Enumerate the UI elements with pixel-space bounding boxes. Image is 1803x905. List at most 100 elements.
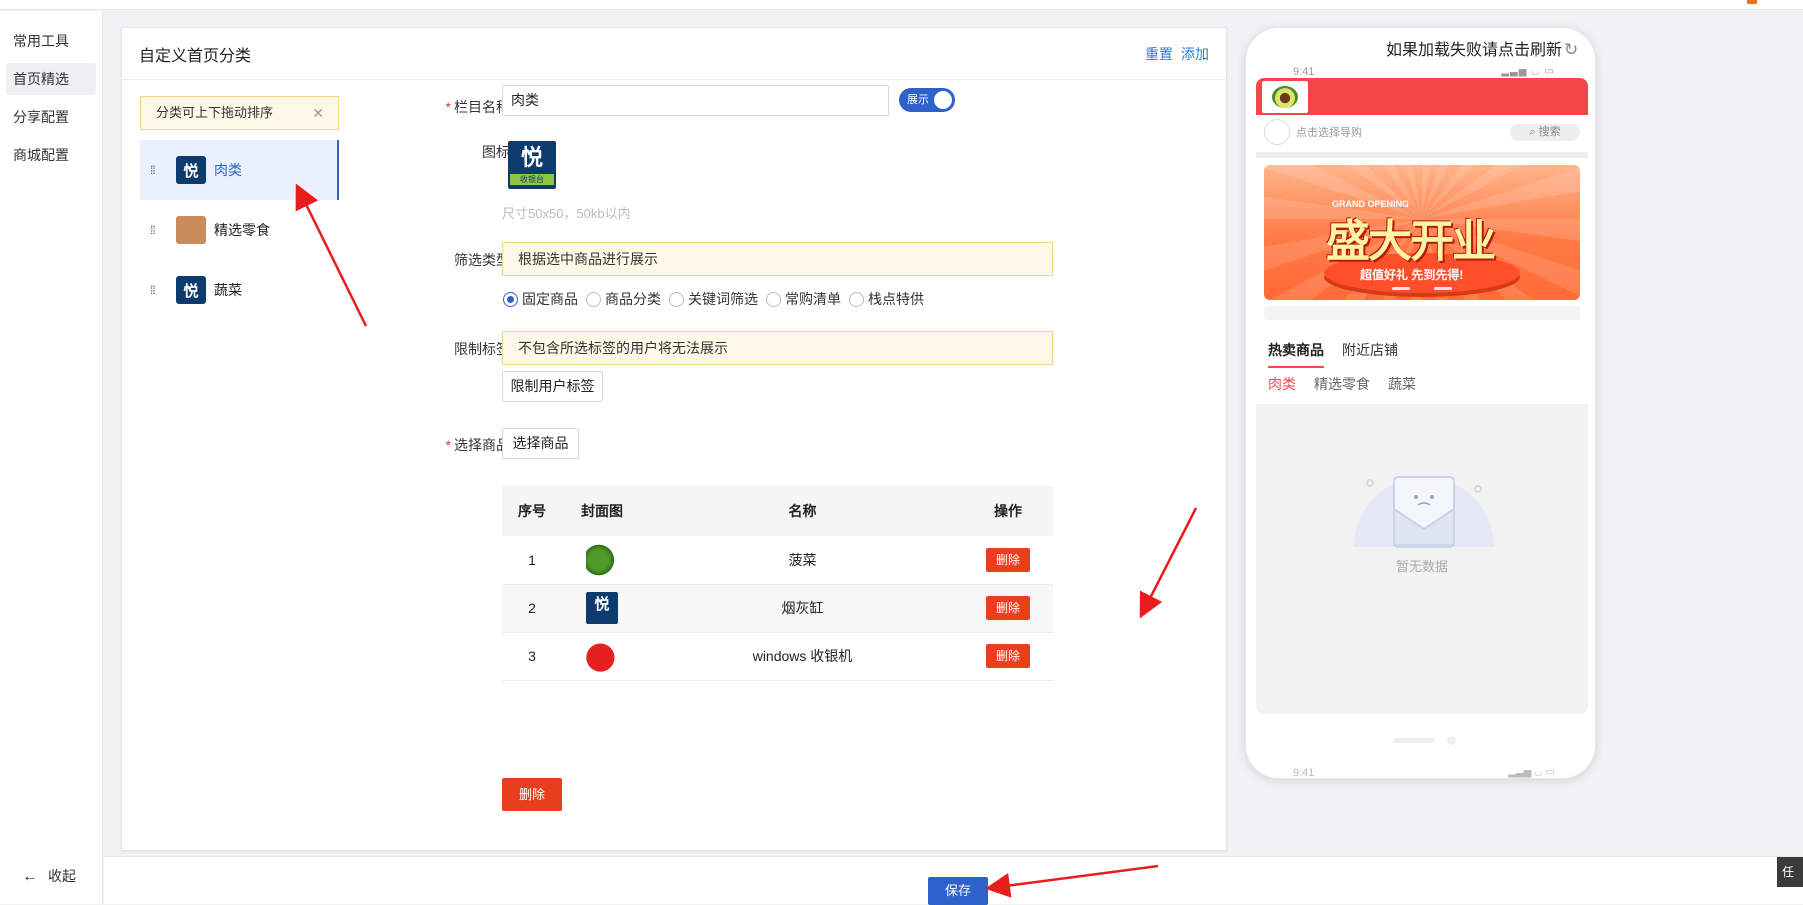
phone-category-tabs: 肉类 精选零食 蔬菜 — [1268, 374, 1434, 394]
category-item-meat[interactable]: ⁞⁞ 悦 肉类 — [140, 140, 339, 200]
panel-header: 自定义首页分类 重置 添加 — [122, 28, 1226, 80]
filter-notice: 根据选中商品进行展示 — [502, 242, 1053, 276]
reset-link[interactable]: 重置 — [1145, 46, 1173, 62]
sidebar-item-mall-config[interactable]: 商城配置 — [6, 139, 96, 171]
sidebar-collapse-button[interactable]: ← 收起 — [22, 866, 76, 886]
tab-nearby-stores[interactable]: 附近店铺 — [1342, 340, 1398, 368]
bulk-delete-button[interactable]: 删除 — [502, 778, 562, 811]
row-index: 3 — [502, 632, 562, 681]
row-name: windows 收银机 — [642, 632, 963, 681]
table-row: 3 windows 收银机 删除 — [502, 632, 1053, 681]
name-label: * 栏目名称 — [445, 99, 510, 115]
delete-button[interactable]: 删除 — [986, 547, 1030, 572]
apple-image — [586, 640, 618, 672]
tab-meat[interactable]: 肉类 — [1268, 374, 1296, 394]
banner-title: 盛大开业 — [1326, 217, 1496, 266]
category-label: 精选零食 — [214, 222, 270, 238]
table-row: 1 菠菜 删除 — [502, 536, 1053, 585]
category-list: ⁞⁞ 悦 肉类 ⁞⁞ 精选零食 ⁞⁞ 悦 蔬菜 — [140, 140, 339, 320]
yue-logo-icon: 悦 — [176, 156, 206, 184]
radio-frequent-list[interactable]: 常购清单 — [766, 289, 841, 309]
delete-button[interactable]: 删除 — [986, 644, 1030, 668]
limit-user-tag-button[interactable]: 限制用户标签 — [502, 371, 603, 402]
drag-handle-icon[interactable]: ⁞⁞ — [150, 224, 164, 236]
tab-snacks[interactable]: 精选零食 — [1314, 374, 1370, 394]
search-button[interactable]: ⌕ 搜索 — [1510, 124, 1580, 141]
spinach-image — [586, 543, 618, 576]
guide-search-row: 点击选择导购 ⌕ 搜索 — [1256, 115, 1588, 149]
icon-glyph: 悦 — [520, 144, 543, 170]
icon-subtext: 收银台 — [510, 173, 554, 185]
category-item-vegetables[interactable]: ⁞⁞ 悦 蔬菜 — [140, 260, 339, 320]
table-header-row: 序号 封面图 名称 操作 — [502, 486, 1053, 536]
icon-size-hint: 尺寸50x50，50kb以内 — [502, 206, 631, 221]
row-name: 烟灰缸 — [642, 584, 963, 633]
row-name: 菠菜 — [642, 536, 963, 585]
col-name: 名称 — [642, 486, 963, 536]
goods-table: 序号 封面图 名称 操作 1 菠菜 删除 2 悦 烟灰缸 删除 3 window… — [502, 486, 1053, 681]
drag-handle-icon[interactable]: ⁞⁞ — [150, 164, 164, 176]
banner-subtitle: 超值好礼 先到先得! — [1360, 268, 1464, 282]
limit-notice: 不包含所选标签的用户将无法展示 — [502, 331, 1053, 365]
radio-keyword-filter[interactable]: 关键词筛选 — [669, 289, 758, 309]
home-dot — [1447, 736, 1456, 745]
empty-text: 暂无数据 — [1395, 559, 1448, 574]
add-link[interactable]: 添加 — [1181, 46, 1209, 62]
yue-logo-image: 悦 — [586, 592, 618, 624]
panel-actions: 重置 添加 — [1137, 44, 1209, 64]
sort-tip: 分类可上下拖动排序 ✕ — [140, 96, 339, 130]
sidebar: 常用工具 首页精选 分享配置 商城配置 ← 收起 — [0, 11, 103, 904]
category-item-snacks[interactable]: ⁞⁞ 精选零食 — [140, 200, 339, 260]
empty-box-icon — [1354, 476, 1494, 548]
category-editor-panel: 自定义首页分类 重置 添加 分类可上下拖动排序 ✕ ⁞⁞ 悦 肉类 ⁞⁞ 精选零食… — [121, 27, 1227, 851]
status-icons-bottom: ▂▃▅ ◡ ▭ — [1508, 767, 1555, 778]
delete-button[interactable]: 删除 — [986, 596, 1030, 620]
save-button[interactable]: 保存 — [928, 877, 988, 905]
phone-preview: 如果加载失败请点击刷新 ↻ 9:41 ▂▃▅ ◡ ▭ 点击选择导购 ⌕ 搜索 GR… — [1245, 27, 1596, 779]
avocado-icon — [1272, 86, 1298, 108]
filter-radio-group: 固定商品 商品分类 关键词筛选 常购清单 栈点特供 — [503, 289, 932, 309]
snack-image-icon — [176, 216, 206, 244]
avatar — [1264, 119, 1290, 145]
reload-tip[interactable]: 如果加载失败请点击刷新 ↻ — [1386, 36, 1578, 60]
close-icon[interactable]: ✕ — [312, 97, 324, 129]
phone-main-tabs: 热卖商品 附近店铺 — [1268, 340, 1416, 368]
status-time-bottom: 9:41 — [1293, 767, 1315, 779]
name-input[interactable]: 肉类 — [502, 85, 889, 116]
banner-placeholder — [1264, 306, 1580, 320]
category-icon-upload[interactable]: 悦 收银台 — [508, 141, 556, 189]
radio-station-special[interactable]: 栈点特供 — [849, 289, 924, 309]
refresh-icon[interactable]: ↻ — [1564, 40, 1578, 59]
limit-label: 限制标签 — [454, 341, 510, 357]
sidebar-item-common-tools[interactable]: 常用工具 — [6, 25, 96, 57]
filter-label: 筛选类型 — [454, 252, 510, 268]
empty-state: 暂无数据 — [1256, 404, 1588, 714]
notification-dot-icon[interactable] — [1747, 0, 1757, 4]
status-icons: ▂▃▅ ◡ ▭ — [1501, 66, 1555, 77]
footer-bar: 保存 任务 — [104, 856, 1803, 905]
sort-tip-text: 分类可上下拖动排序 — [156, 105, 274, 120]
store-header — [1256, 78, 1588, 115]
store-logo — [1262, 81, 1308, 113]
radio-goods-category[interactable]: 商品分类 — [586, 289, 661, 309]
display-toggle[interactable]: 展示 — [899, 88, 955, 112]
tab-hot-goods[interactable]: 热卖商品 — [1268, 340, 1324, 368]
guide-placeholder[interactable]: 点击选择导购 — [1296, 124, 1362, 140]
col-action: 操作 — [963, 486, 1053, 536]
tab-vegetables[interactable]: 蔬菜 — [1388, 374, 1416, 394]
promo-banner[interactable]: GRAND OPENING 盛大开业 超值好礼 先到先得! — [1264, 165, 1580, 300]
col-cover: 封面图 — [562, 486, 642, 536]
sidebar-item-home-featured[interactable]: 首页精选 — [6, 63, 96, 95]
panel-title: 自定义首页分类 — [139, 47, 252, 65]
category-label: 蔬菜 — [214, 282, 242, 298]
search-icon: ⌕ — [1529, 126, 1536, 138]
radio-fixed-goods[interactable]: 固定商品 — [503, 289, 578, 309]
select-goods-button[interactable]: 选择商品 — [502, 428, 579, 459]
row-index: 1 — [502, 536, 562, 585]
sidebar-item-share-config[interactable]: 分享配置 — [6, 101, 96, 133]
drag-handle-icon[interactable]: ⁞⁞ — [150, 284, 164, 296]
task-button[interactable]: 任务 — [1777, 857, 1803, 887]
goods-label: * 选择商品 — [445, 437, 510, 453]
collapse-label: 收起 — [48, 868, 76, 884]
banner-indicator — [1392, 287, 1452, 290]
